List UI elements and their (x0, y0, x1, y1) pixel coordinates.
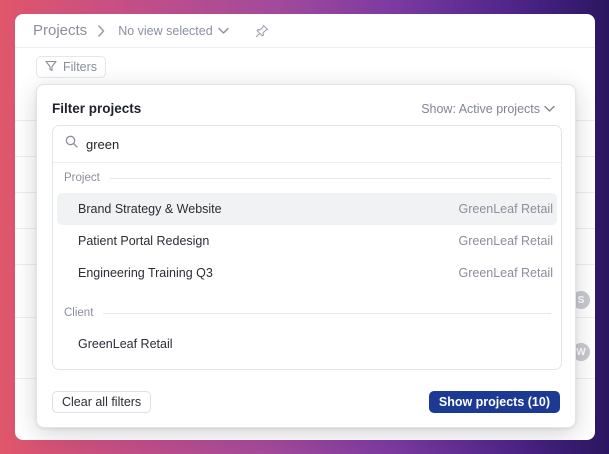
pin-icon[interactable] (255, 24, 269, 38)
chevron-down-icon (544, 102, 555, 116)
item-name: Engineering Training Q3 (78, 266, 213, 280)
show-select-label: Show: Active projects (421, 101, 540, 116)
list-item[interactable]: Brand Strategy & Website GreenLeaf Retai… (57, 193, 557, 225)
search-icon (65, 135, 78, 153)
group-label-client: Client (53, 298, 561, 328)
view-select[interactable]: No view selected (118, 24, 229, 38)
show-projects-button[interactable]: Show projects (10) (428, 391, 560, 413)
top-bar: Projects No view selected (15, 14, 595, 48)
item-name: Brand Strategy & Website (78, 202, 222, 216)
filter-icon (45, 60, 57, 75)
filters-button-label: Filters (63, 60, 98, 74)
chevron-right-icon (97, 24, 109, 37)
divider (103, 312, 551, 314)
item-client: GreenLeaf Retail (458, 202, 553, 216)
item-client: GreenLeaf Retail (458, 234, 553, 248)
clear-all-filters-button[interactable]: Clear all filters (52, 391, 152, 413)
group-label-text: Project (64, 172, 100, 184)
list-item[interactable]: Patient Portal Redesign GreenLeaf Retail (57, 225, 557, 257)
popover-header: Filter projects Show: Active projects (52, 101, 555, 116)
results-panel: Project Brand Strategy & Website GreenLe… (52, 125, 562, 370)
popover-footer: Clear all filters Show projects (10) (52, 391, 560, 413)
search-input[interactable] (86, 136, 526, 152)
filters-button[interactable]: Filters (36, 56, 107, 78)
filters-row: Filters (15, 48, 595, 86)
popover-title: Filter projects (52, 101, 142, 116)
item-name: GreenLeaf Retail (78, 337, 173, 351)
group-label-text: Client (64, 307, 94, 319)
item-client: GreenLeaf Retail (458, 266, 553, 280)
show-select[interactable]: Show: Active projects (421, 102, 555, 116)
list-item[interactable]: Engineering Training Q3 GreenLeaf Retail (57, 257, 557, 289)
group-label-project: Project (53, 163, 561, 193)
filter-projects-popover: Filter projects Show: Active projects Pr… (36, 84, 576, 428)
chevron-down-icon (217, 24, 229, 38)
divider (109, 177, 551, 179)
list-item[interactable]: GreenLeaf Retail (57, 328, 557, 360)
search-bar (53, 126, 561, 163)
page-title[interactable]: Projects (33, 22, 87, 39)
view-select-label: No view selected (118, 23, 213, 38)
item-name: Patient Portal Redesign (78, 234, 210, 248)
